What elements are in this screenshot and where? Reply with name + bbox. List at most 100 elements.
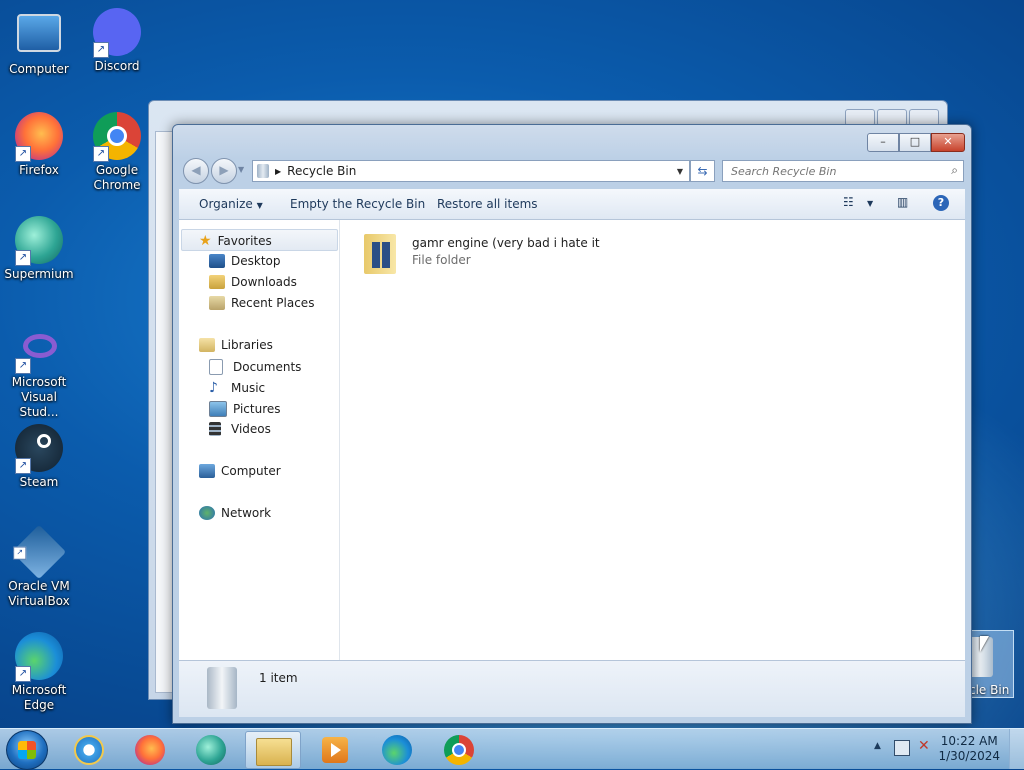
desktop-icon (209, 254, 225, 268)
firefox-icon (135, 735, 165, 765)
chrome-icon: ↗ (93, 112, 141, 162)
virtualbox-icon: ↗ (11, 524, 67, 580)
desktop-icon-label: Microsoft Edge (11, 683, 67, 712)
nav-downloads[interactable]: Downloads (209, 275, 297, 289)
nav-label: Favorites (217, 234, 272, 248)
desktop-icon-label: cle Bin (969, 683, 1010, 697)
breadcrumb-separator-icon[interactable]: ▶ (275, 167, 281, 176)
shortcut-arrow-icon: ↗ (15, 666, 31, 682)
taskbar-edge[interactable] (370, 731, 424, 767)
search-icon[interactable]: ⌕ (951, 163, 958, 178)
desktop-icon-steam[interactable]: ↗ Steam (2, 424, 76, 490)
desktop-icon-virtualbox[interactable]: ↗ Oracle VM VirtualBox (2, 524, 76, 609)
view-options-dropdown-icon[interactable]: ▼ (867, 199, 873, 208)
pictures-icon (209, 401, 227, 417)
maximize-button[interactable]: □ (899, 133, 931, 152)
music-icon: ♪ (209, 380, 218, 396)
shortcut-arrow-icon: ↗ (93, 42, 109, 58)
clock-time: 10:22 AM (940, 734, 998, 748)
item-type: File folder (412, 253, 471, 267)
shortcut-arrow-icon: ↗ (13, 546, 27, 560)
restore-all-items-button[interactable]: Restore all items (437, 197, 538, 211)
mouse-cursor (980, 636, 989, 652)
nav-videos[interactable]: Videos (209, 422, 271, 436)
desktop-icon-chrome[interactable]: ↗ Google Chrome (80, 112, 154, 193)
nav-recent-places[interactable]: Recent Places (209, 296, 314, 310)
explorer-window[interactable]: – □ ✕ ◀ ▶ ▼ ▶ Recycle Bin ▼ ⇆ ⌕ Organize… (172, 124, 972, 724)
file-list: gamr engine (very bad i hate it File fol… (340, 220, 965, 660)
recent-pages-dropdown-icon[interactable]: ▼ (238, 165, 244, 174)
desktop-icon-edge[interactable]: ↗ Microsoft Edge (2, 632, 76, 713)
recent-places-icon (209, 296, 225, 310)
item-count: 1 item (259, 671, 298, 685)
desktop-icon-supermium[interactable]: ↗ Supermium (2, 216, 76, 282)
nav-libraries[interactable]: Libraries (199, 338, 273, 352)
computer-icon (17, 14, 61, 52)
close-button[interactable]: ✕ (931, 133, 965, 152)
nav-label: Documents (233, 360, 302, 374)
search-box[interactable]: ⌕ (722, 160, 964, 182)
navigation-pane: ★ Favorites Desktop Downloads Recent Pla… (179, 220, 340, 660)
address-dropdown-icon[interactable]: ▼ (677, 167, 683, 176)
edge-icon: ↗ (15, 632, 63, 682)
preview-pane-icon[interactable]: ▥ (897, 195, 908, 209)
organize-button[interactable]: Organize ▼ (199, 197, 263, 211)
forward-button[interactable]: ▶ (211, 158, 237, 184)
empty-recycle-bin-button[interactable]: Empty the Recycle Bin (290, 197, 425, 211)
nav-favorites[interactable]: ★ Favorites (199, 233, 272, 249)
taskbar-supermium[interactable] (184, 731, 238, 767)
breadcrumb-recycle-bin[interactable]: Recycle Bin (287, 164, 356, 178)
chrome-icon (444, 735, 474, 765)
help-icon[interactable]: ? (933, 195, 949, 211)
nav-network[interactable]: Network (199, 506, 271, 520)
desktop-icon-visual-studio[interactable]: ↗ Microsoft Visual Stud... (2, 324, 76, 420)
steam-icon: ↗ (15, 424, 63, 474)
taskbar-windows-explorer[interactable] (245, 731, 301, 769)
address-bar[interactable]: ▶ Recycle Bin ▼ (252, 160, 690, 182)
nav-documents[interactable]: Documents (209, 359, 301, 375)
search-input[interactable] (729, 161, 945, 181)
nav-computer[interactable]: Computer (199, 464, 281, 478)
change-view-icon[interactable]: ☷ (843, 195, 854, 209)
minimize-button[interactable]: – (867, 133, 899, 152)
desktop-icon-discord[interactable]: ↗ Discord (80, 8, 154, 74)
shortcut-arrow-icon: ↗ (15, 458, 31, 474)
desktop-icon-firefox[interactable]: ↗ Firefox (2, 112, 76, 178)
show-hidden-icons-button[interactable]: ▲ (874, 741, 881, 751)
volume-muted-icon[interactable]: ✕ (918, 738, 930, 754)
nav-pictures[interactable]: Pictures (209, 401, 281, 417)
desktop-icon-computer[interactable]: Computer (2, 8, 76, 77)
taskbar-chrome[interactable] (432, 731, 486, 767)
nav-music[interactable]: ♪ Music (209, 380, 265, 396)
desktop-icon-label: Computer (9, 62, 69, 76)
supermium-icon (196, 735, 226, 765)
back-button[interactable]: ◀ (183, 158, 209, 184)
nav-label: Computer (221, 464, 281, 478)
shortcut-arrow-icon: ↗ (15, 358, 31, 374)
desktop-icon-label: Firefox (19, 163, 59, 177)
supermium-icon: ↗ (15, 216, 63, 266)
list-item[interactable]: gamr engine (very bad i hate it File fol… (340, 220, 640, 286)
taskbar-internet-explorer[interactable] (62, 731, 116, 767)
desktop-icon-label: Oracle VM VirtualBox (8, 579, 70, 608)
nav-desktop[interactable]: Desktop (209, 254, 281, 268)
clock[interactable]: 10:22 AM 1/30/2024 (938, 734, 1000, 764)
nav-label: Music (231, 381, 266, 395)
desktop-icon-label: Steam (19, 475, 59, 489)
firefox-icon: ↗ (15, 112, 63, 162)
details-pane: 1 item (179, 660, 965, 717)
start-button[interactable] (6, 730, 48, 770)
folder-icon (362, 230, 398, 276)
command-bar: Organize ▼ Empty the Recycle Bin Restore… (179, 189, 965, 220)
taskbar-firefox[interactable] (123, 731, 177, 767)
clock-date: 1/30/2024 (938, 749, 1000, 763)
network-status-icon[interactable] (894, 740, 910, 756)
item-name: gamr engine (very bad i hate it (412, 236, 600, 250)
refresh-button[interactable]: ⇆ (690, 160, 715, 182)
shortcut-arrow-icon: ↗ (15, 146, 31, 162)
shortcut-arrow-icon: ↗ (93, 146, 109, 162)
recycle-bin-large-icon (207, 667, 237, 709)
show-desktop-button[interactable] (1009, 729, 1024, 769)
nav-label: Recent Places (231, 296, 315, 310)
taskbar-media-player[interactable] (308, 731, 362, 767)
